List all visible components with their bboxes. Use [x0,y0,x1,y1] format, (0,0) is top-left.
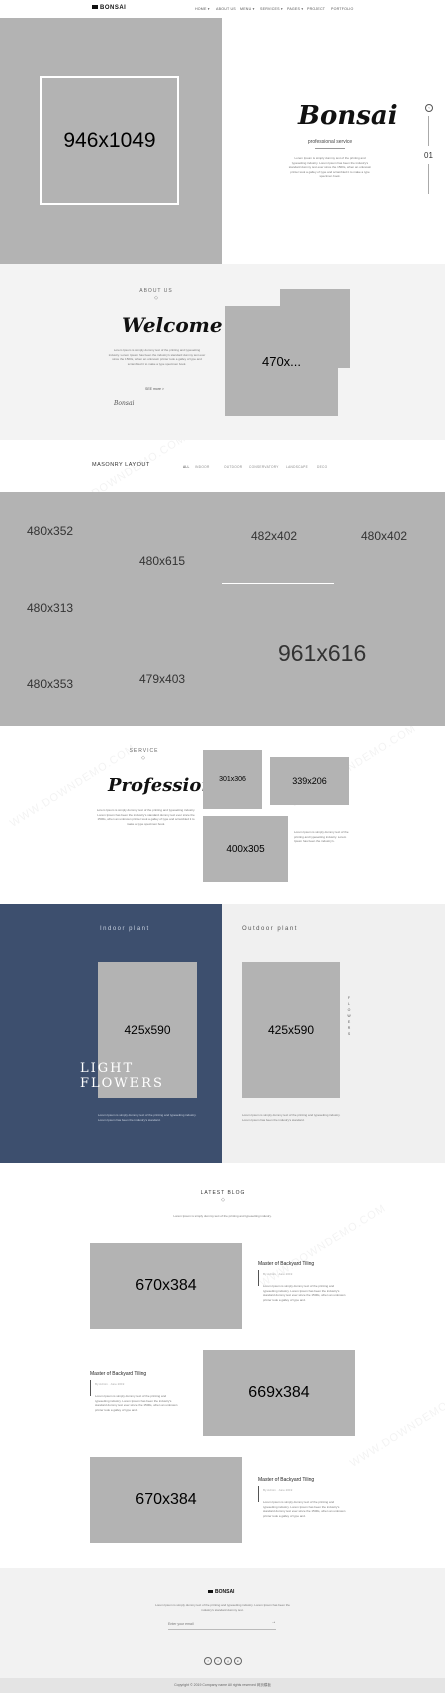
masonry-image-label[interactable]: 482x402 [251,529,297,543]
outdoor-caption: Lorem Ipsum is simply dummy text of the … [242,1113,341,1122]
header-logo[interactable]: BONSAI [92,5,126,11]
filter-outdoor[interactable]: OUTDOOR [224,465,242,469]
masonry-image-edge [222,583,334,584]
filter-all[interactable]: ALL [183,465,190,469]
footer-logo[interactable]: BONSAI [208,1589,234,1595]
service-side-text: Lorem Ipsum is simply dummy text of the … [294,830,349,843]
linkedin-icon[interactable]: in [234,1657,242,1665]
nav-item-project[interactable]: PROJECT [307,7,325,11]
filter-deco[interactable]: DECO [317,465,327,469]
blog-post-title[interactable]: Master of Backyard Tiling [90,1371,146,1377]
site-header: BONSAI HOME ▾ ABOUT US MENU ▾ SERVICES ▾… [0,0,445,18]
logo-icon [208,1590,213,1594]
about-read-more[interactable]: SEE more > [145,387,164,391]
leaf-divider-icon: ◇ [141,755,145,761]
nav-item-pages[interactable]: PAGES ▾ [287,7,303,11]
blog-label: LATEST BLOG [200,1190,246,1196]
hero-image-label: 946x1049 [63,128,156,152]
logo-icon [92,5,98,10]
google-icon[interactable]: g [224,1657,232,1665]
blog-post-text: Lorem Ipsum is simply dummy text of the … [263,1284,346,1302]
about-section [0,264,445,440]
blog-post-meta: By Admin · June 2019 [263,1272,293,1276]
service-script-title: Profession [108,775,215,796]
service-image-2: 339x206 [270,757,349,805]
indoor-title: Indoor plant [100,926,150,932]
blog-post-text: Lorem Ipsum is simply dummy text of the … [95,1394,178,1412]
slider-line [428,116,429,146]
filter-landscape[interactable]: LANDSCAPE [286,465,308,469]
blog-post-image[interactable]: 670x384 [90,1243,242,1329]
nav-item-home[interactable]: HOME ▾ [195,7,210,11]
slider-prev-icon[interactable]: ‹ [425,104,433,112]
masonry-title: MASONRY LAYOUT [92,462,150,468]
blog-intro: Lorem Ipsum is simply dummy text of the … [173,1214,272,1218]
service-text: Lorem Ipsum is simply dummy text of the … [96,808,196,826]
hero-brand-script: Bonsai [298,101,398,131]
nav-item-about[interactable]: ABOUT US [216,7,236,11]
hero-text: Lorem Ipsum is simply dummy text of the … [288,156,372,178]
blog-post-image[interactable]: 669x384 [203,1350,355,1436]
twitter-icon[interactable]: t [214,1657,222,1665]
facebook-icon[interactable]: f [204,1657,212,1665]
nav-item-menu[interactable]: MENU ▾ [240,7,255,11]
about-text: Lorem Ipsum is simply dummy text of the … [108,348,206,366]
social-links: f t g in [203,1649,243,1667]
leaf-divider-icon: ◇ [221,1197,225,1203]
nav-item-portfolio[interactable]: PORTFOLIO [331,7,354,11]
masonry-image-label[interactable]: 961x616 [278,640,366,667]
blog-post-image[interactable]: 670x384 [90,1457,242,1543]
slider-line [428,164,429,194]
filter-indoor[interactable]: INDOOR [195,465,210,469]
watermark-text: WWW.DOWNDEMO.COM [347,1382,445,1470]
leaf-divider-icon: ◇ [154,295,158,301]
submit-arrow-icon[interactable]: → [271,1619,276,1625]
copyright-bar: Copyright © 2019 Company name All rights… [0,1678,445,1693]
blog-post-accent [258,1270,259,1286]
signature-icon: Bonsai [114,400,135,407]
hero-image-frame: 946x1049 [40,76,179,205]
email-input[interactable] [168,1619,258,1628]
hero-subtitle: professional service [307,139,353,145]
footer-text: Lorem Ipsum is simply dummy text of the … [155,1603,290,1612]
light-flowers-text: LIGHT FLOWERS [80,1061,164,1091]
about-image-b: 470x... [225,306,338,416]
blog-post-accent [90,1380,91,1396]
blog-post-accent [258,1486,259,1502]
about-label: ABOUT US [139,288,173,294]
blog-post-text: Lorem Ipsum is simply dummy text of the … [263,1500,346,1518]
service-label: SERVICE [129,748,159,754]
masonry-image-label[interactable]: 480x353 [27,677,73,691]
masonry-image-label[interactable]: 479x403 [139,672,185,686]
blog-post-title[interactable]: Master of Backyard Tiling [258,1477,314,1483]
blog-post-meta: By Admin · June 2019 [95,1382,125,1386]
about-script-title: Welcome [122,313,223,337]
outdoor-image[interactable]: 425x590 [242,962,340,1098]
masonry-image-label[interactable]: 480x402 [361,529,407,543]
outdoor-title: Outdoor plant [242,926,298,932]
slide-number: 01 [424,151,433,160]
copyright-text: Copyright © 2019 Company name All rights… [174,1683,271,1687]
masonry-image-label[interactable]: 480x615 [139,554,185,568]
blog-post-meta: By Admin · June 2019 [263,1488,293,1492]
filter-conservatory[interactable]: CONSERVATORY [249,465,279,469]
masonry-image-label[interactable]: 480x352 [27,524,73,538]
hero-divider [315,148,345,149]
newsletter-form: → [168,1618,276,1630]
masonry-image-label[interactable]: 480x313 [27,601,73,615]
vertical-flowers-text: FLOWERS [347,996,351,1036]
service-image-3: 400x305 [203,816,288,882]
indoor-caption: Lorem Ipsum is simply dummy text of the … [98,1113,197,1122]
nav-item-services[interactable]: SERVICES ▾ [260,7,283,11]
service-image-1: 301x306 [203,750,262,809]
blog-post-title[interactable]: Master of Backyard Tiling [258,1261,314,1267]
